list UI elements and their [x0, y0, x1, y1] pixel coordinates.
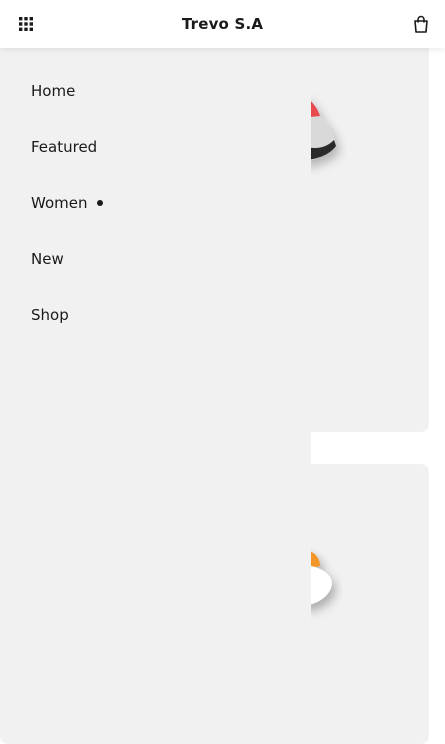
cart-button[interactable] — [409, 12, 433, 36]
top-app-bar: Trevo S.A — [0, 0, 445, 48]
nav-item-shop[interactable]: Shop — [31, 303, 69, 327]
active-indicator-dot — [97, 200, 104, 206]
navigation-drawer: Home Featured Women New Shop — [0, 48, 311, 631]
shopping-bag-icon — [414, 15, 428, 33]
nav-item-label: Women — [31, 194, 88, 212]
nav-item-label: New — [31, 250, 64, 268]
nav-item-new[interactable]: New — [31, 247, 64, 271]
nav-item-women[interactable]: Women — [31, 191, 104, 215]
nav-item-home[interactable]: Home — [31, 79, 75, 103]
nav-item-label: Featured — [31, 138, 98, 156]
brand-title: Trevo S.A — [181, 15, 264, 33]
nav-item-featured[interactable]: Featured — [31, 135, 97, 159]
nav-item-label: Shop — [31, 306, 69, 324]
nav-item-label: Home — [31, 82, 76, 100]
